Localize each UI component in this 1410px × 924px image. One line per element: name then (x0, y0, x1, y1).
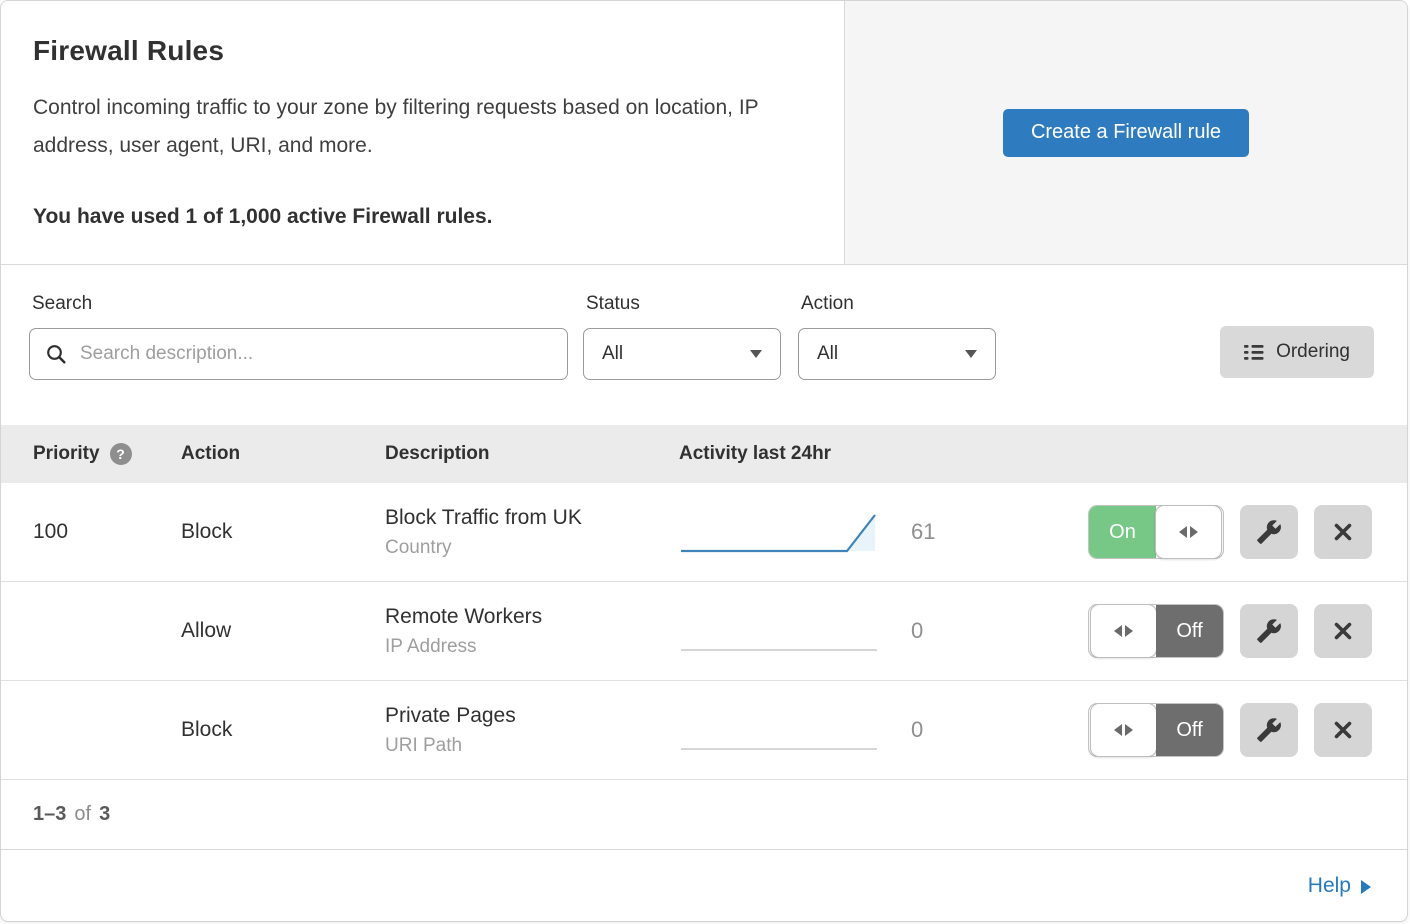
pagination-range: 1–3 (33, 803, 66, 826)
table-header: Priority ? Action Description Activity l… (1, 425, 1407, 483)
rule-toggle[interactable]: On (1088, 505, 1224, 559)
rule-action: Allow (181, 619, 385, 643)
table-row: 100 Block Block Traffic from UK Country … (1, 483, 1407, 582)
rule-action: Block (181, 718, 385, 742)
column-header-activity: Activity last 24hr (679, 443, 1407, 465)
help-link[interactable]: Help (1308, 874, 1371, 898)
caret-down-icon (965, 350, 977, 358)
delete-rule-button[interactable] (1314, 703, 1372, 757)
toggle-state-label: Off (1156, 605, 1223, 657)
activity-count: 0 (911, 717, 971, 743)
ordering-button[interactable]: Ordering (1220, 326, 1374, 378)
column-header-priority: Priority (33, 443, 100, 465)
activity-count: 0 (911, 618, 971, 644)
activity-sparkline (679, 608, 879, 654)
action-label: Action (798, 293, 996, 315)
action-select-value: All (817, 343, 838, 365)
rule-action: Block (181, 520, 385, 544)
rule-match-type: URI Path (385, 735, 679, 757)
x-icon (1331, 619, 1355, 643)
edit-rule-button[interactable] (1240, 703, 1298, 757)
activity-sparkline (679, 509, 879, 555)
page-header-action-panel: Create a Firewall rule (844, 1, 1407, 264)
toggle-state-label: On (1089, 506, 1156, 558)
rule-description: Remote Workers (385, 605, 679, 629)
action-select[interactable]: All (798, 328, 996, 380)
page-description: Control incoming traffic to your zone by… (33, 89, 803, 165)
x-icon (1331, 520, 1355, 544)
toggle-state-label: Off (1156, 704, 1223, 756)
wrench-icon (1256, 717, 1282, 743)
priority-help-icon[interactable]: ? (110, 443, 132, 465)
rule-match-type: Country (385, 537, 679, 559)
column-header-action: Action (181, 443, 385, 465)
pagination-bar: 1–3 of 3 (1, 780, 1407, 850)
delete-rule-button[interactable] (1314, 505, 1372, 559)
table-row: Allow Remote Workers IP Address 0 Off (1, 582, 1407, 681)
usage-note: You have used 1 of 1,000 active Firewall… (33, 205, 804, 229)
left-right-arrows-icon (1090, 604, 1157, 658)
rule-toggle[interactable]: Off (1088, 703, 1224, 757)
x-icon (1331, 718, 1355, 742)
left-right-arrows-icon (1090, 703, 1157, 757)
status-select-value: All (602, 343, 623, 365)
status-select[interactable]: All (583, 328, 781, 380)
filter-bar: Search Status All Action All (1, 264, 1407, 425)
pagination-of: of (74, 803, 91, 826)
left-right-arrows-icon (1155, 505, 1222, 559)
search-icon (45, 343, 67, 365)
search-input[interactable] (29, 328, 568, 380)
search-label: Search (29, 293, 568, 315)
rule-description: Private Pages (385, 704, 679, 728)
activity-sparkline (679, 707, 879, 753)
status-label: Status (583, 293, 781, 315)
delete-rule-button[interactable] (1314, 604, 1372, 658)
page-title: Firewall Rules (33, 35, 804, 67)
list-icon (1244, 344, 1264, 361)
help-bar: Help (1, 850, 1407, 921)
wrench-icon (1256, 618, 1282, 644)
caret-down-icon (750, 350, 762, 358)
create-firewall-rule-button[interactable]: Create a Firewall rule (1003, 109, 1249, 157)
triangle-right-icon (1361, 880, 1371, 894)
table-row: Block Private Pages URI Path 0 Off (1, 681, 1407, 780)
rule-match-type: IP Address (385, 636, 679, 658)
edit-rule-button[interactable] (1240, 604, 1298, 658)
ordering-button-label: Ordering (1276, 341, 1350, 363)
wrench-icon (1256, 519, 1282, 545)
column-header-description: Description (385, 443, 679, 465)
rule-priority: 100 (1, 520, 181, 544)
rule-description: Block Traffic from UK (385, 506, 679, 530)
activity-count: 61 (911, 519, 971, 545)
page-header-text: Firewall Rules Control incoming traffic … (1, 1, 844, 264)
help-link-label: Help (1308, 874, 1351, 898)
firewall-rules-page: Firewall Rules Control incoming traffic … (0, 0, 1408, 922)
edit-rule-button[interactable] (1240, 505, 1298, 559)
pagination-total: 3 (99, 803, 110, 826)
rule-toggle[interactable]: Off (1088, 604, 1224, 658)
page-header: Firewall Rules Control incoming traffic … (1, 1, 1407, 264)
